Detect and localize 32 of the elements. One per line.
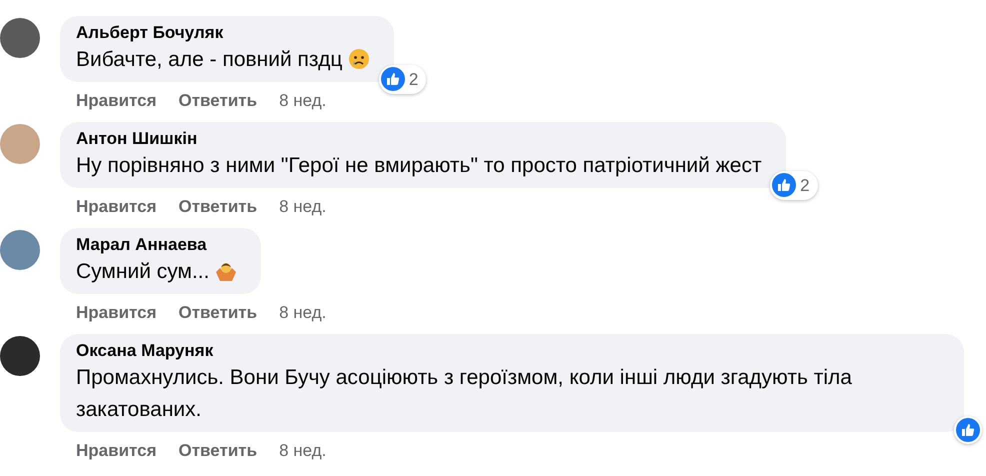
- reaction-count: 2: [408, 68, 420, 90]
- comment-text: Ну порівняно з ними "Герої не вмирають" то просто патріотичний жест: [76, 153, 763, 179]
- thumbs-up-icon: [380, 67, 405, 92]
- comment-time: 8 нед.: [279, 440, 326, 462]
- reaction-badge[interactable]: 2: [378, 64, 426, 94]
- comment-text: Промахнулись. Вони Бучу асоціюють з героїзмом, коли інші люди згадують тіла закатованих.: [76, 365, 853, 423]
- reaction-badge[interactable]: [954, 416, 982, 444]
- thumbs-up-icon: [956, 418, 980, 442]
- comment-time: 8 нед.: [279, 302, 326, 324]
- comment-text: Вибачте, але - повний пздц: [76, 44, 378, 76]
- reaction-badge[interactable]: 2: [770, 170, 818, 200]
- comment-text: Сумний сум...: [76, 256, 246, 288]
- author-name[interactable]: Альберт Бочуляк: [76, 22, 378, 44]
- like-link[interactable]: Нравится: [76, 196, 156, 218]
- author-name[interactable]: Марал Аннаева: [76, 234, 246, 256]
- like-link[interactable]: Нравится: [76, 90, 156, 112]
- reply-link[interactable]: Ответить: [178, 196, 258, 218]
- comment-time: 8 нед.: [279, 90, 326, 112]
- avatar[interactable]: [0, 18, 40, 58]
- reaction-count: 2: [800, 174, 811, 196]
- reply-link[interactable]: Ответить: [178, 440, 258, 462]
- author-name[interactable]: Антон Шишкін: [76, 128, 770, 150]
- reply-link[interactable]: Ответить: [178, 90, 258, 112]
- like-link[interactable]: Нравится: [76, 302, 156, 324]
- author-name[interactable]: Оксана Маруняк: [76, 340, 948, 362]
- like-link[interactable]: Нравится: [76, 440, 156, 462]
- sad-face-icon: [348, 48, 370, 70]
- comment-time: 8 нед.: [279, 196, 326, 218]
- shrug-person-icon: [215, 260, 238, 282]
- reply-link[interactable]: Ответить: [178, 302, 258, 324]
- avatar[interactable]: [0, 336, 40, 376]
- thumbs-up-icon: [772, 173, 796, 198]
